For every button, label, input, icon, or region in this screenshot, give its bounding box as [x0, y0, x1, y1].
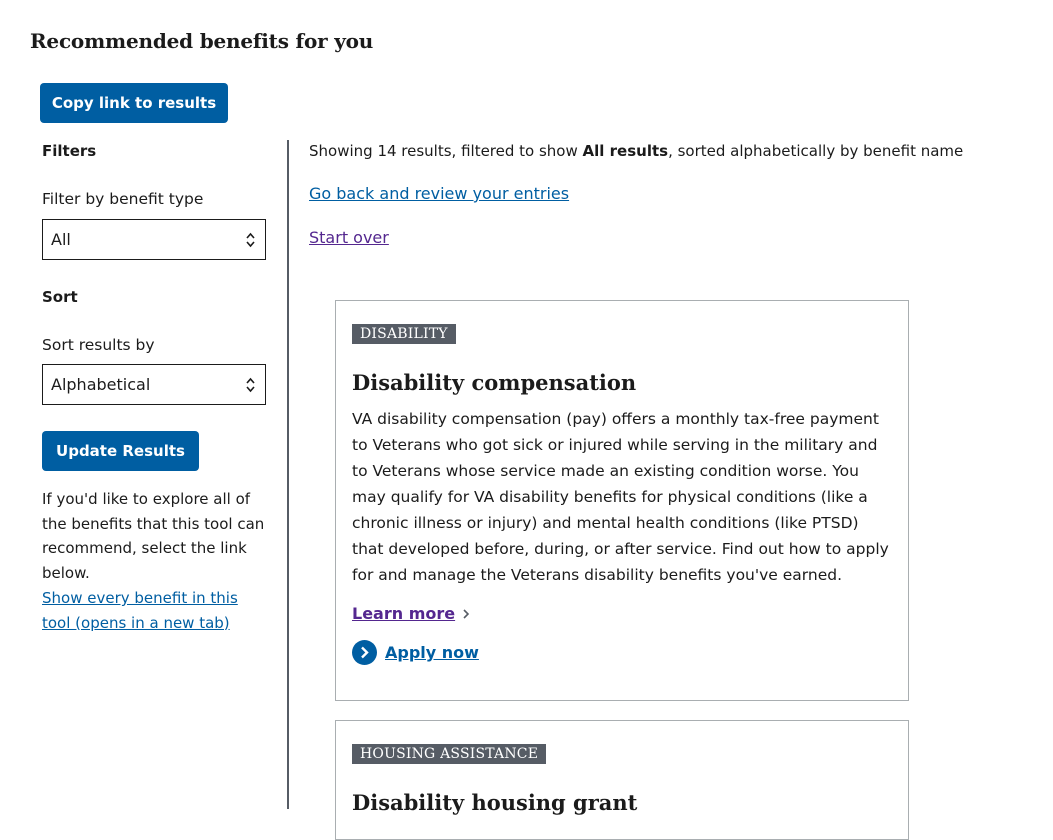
results-summary-prefix: Showing 14 results, filtered to show — [309, 142, 583, 160]
chevron-right-icon — [463, 608, 470, 619]
sort-heading: Sort — [42, 288, 78, 306]
benefit-type-value: All — [51, 230, 71, 249]
benefit-type-label: Filter by benefit type — [42, 190, 204, 208]
results-summary: Showing 14 results, filtered to show All… — [309, 142, 963, 160]
benefit-type-select[interactable]: All — [42, 219, 266, 260]
benefit-title: Disability compensation — [352, 370, 637, 395]
select-arrows-icon — [246, 232, 255, 247]
apply-arrow-circle-icon — [352, 640, 377, 665]
learn-more-link[interactable]: Learn more — [352, 604, 455, 623]
column-divider — [287, 140, 289, 809]
apply-now-link[interactable]: Apply now — [385, 643, 479, 662]
benefit-title: Disability housing grant — [352, 790, 638, 815]
sort-select[interactable]: Alphabetical — [42, 364, 266, 405]
page-title: Recommended benefits for you — [30, 29, 374, 53]
learn-more-row: Learn more — [352, 604, 892, 623]
results-summary-filter: All results — [582, 142, 669, 160]
explore-text: If you'd like to explore all of the bene… — [42, 490, 265, 582]
benefit-description: VA disability compensation (pay) offers … — [352, 410, 889, 584]
filters-heading: Filters — [42, 142, 97, 160]
show-all-benefits-link[interactable]: Show every benefit in this tool (opens i… — [42, 586, 267, 635]
sort-value: Alphabetical — [51, 375, 151, 394]
update-results-button[interactable]: Update Results — [42, 431, 199, 471]
go-back-link[interactable]: Go back and review your entries — [309, 184, 569, 203]
benefit-tag: HOUSING ASSISTANCE — [352, 744, 547, 764]
benefit-tag: DISABILITY — [352, 324, 456, 344]
benefit-card: DISABILITY Disability compensation VA di… — [335, 300, 909, 701]
results-summary-suffix: , sorted alphabetically by benefit name — [668, 142, 964, 160]
benefit-card: HOUSING ASSISTANCE Disability housing gr… — [335, 720, 909, 840]
copy-link-button[interactable]: Copy link to results — [40, 83, 228, 123]
apply-now-row[interactable]: Apply now — [352, 640, 892, 665]
select-arrows-icon — [246, 377, 255, 392]
sort-label: Sort results by — [42, 336, 155, 354]
start-over-link[interactable]: Start over — [309, 228, 389, 247]
